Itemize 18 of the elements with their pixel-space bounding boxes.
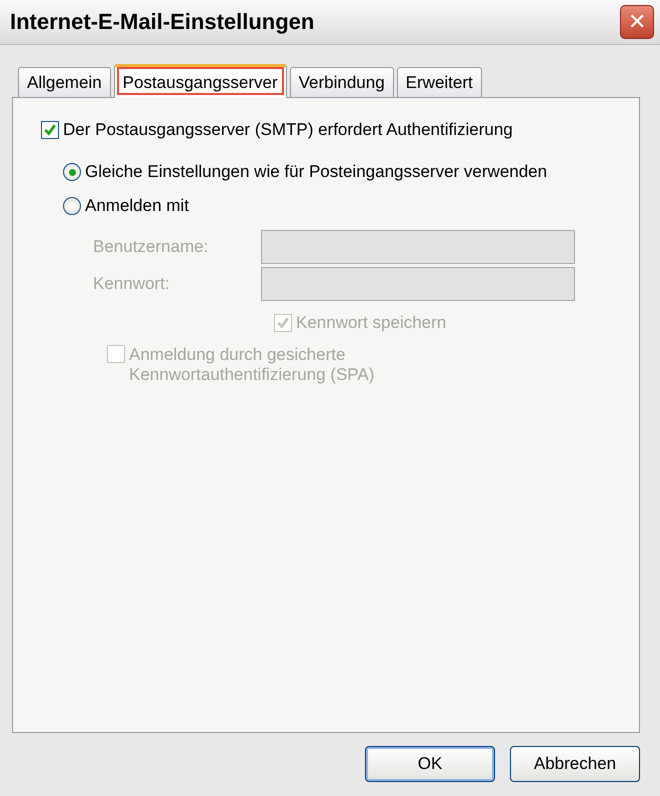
cancel-button[interactable]: Abbrechen <box>510 746 640 782</box>
window-title: Internet-E-Mail-Einstellungen <box>10 9 314 35</box>
checkbox-label: Der Postausgangsserver (SMTP) erfordert Authentifizierung <box>63 120 513 140</box>
tab[interactable]: Verbindung <box>290 67 394 97</box>
tab[interactable]: Allgemein <box>18 67 111 97</box>
radio-button[interactable] <box>63 197 81 215</box>
checkbox-label: Kennwort speichern <box>296 313 446 333</box>
checkbox[interactable] <box>41 121 59 139</box>
checkbox-label: Anmeldung durch gesicherte Kennwortauthentifizierung (SPA) <box>129 345 376 385</box>
radio-label: Gleiche Einstellungen wie für Posteingangsserver verwenden <box>85 162 548 182</box>
tab[interactable]: Postausgangsserver <box>114 64 287 98</box>
radio-label: Anmelden mit <box>85 196 189 216</box>
tab[interactable]: Erweitert <box>396 67 482 97</box>
field-label: Benutzername: <box>93 237 210 257</box>
radio-button[interactable] <box>63 163 81 181</box>
ok-button[interactable]: OK <box>365 746 495 782</box>
field-label: Kennwort: <box>93 274 171 294</box>
close-button[interactable]: ✕ <box>620 5 654 39</box>
